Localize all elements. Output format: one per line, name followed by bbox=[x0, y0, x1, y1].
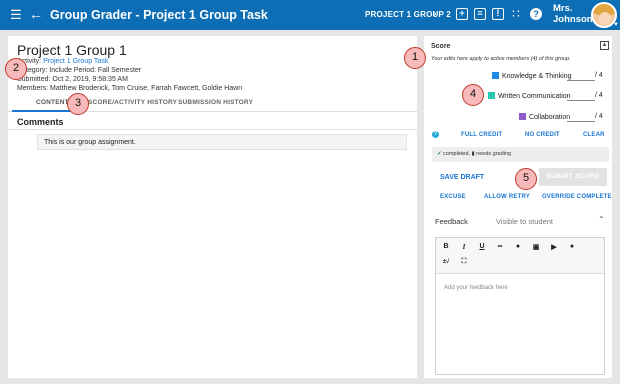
caret-down-icon[interactable]: ▼ bbox=[613, 22, 619, 28]
editor-toolbar: B I U ∞ ● ▣ ▶ ● ±√ ⛶ bbox=[436, 238, 604, 274]
category-line: Category: Include Period: Fall Semester bbox=[17, 67, 142, 74]
checkmark-icon: ✓ bbox=[437, 151, 442, 157]
color-drop-icon[interactable]: ● bbox=[513, 243, 523, 250]
allow-retry-button[interactable]: ALLOW RETRY bbox=[484, 194, 530, 200]
activity-line: Activity: Project 1 Group Task bbox=[17, 58, 109, 65]
video-icon[interactable]: ▶ bbox=[549, 243, 559, 251]
status-badge: ✓ completed, ▮ needs grading bbox=[432, 147, 609, 162]
clear-button[interactable]: CLEAR bbox=[583, 132, 605, 138]
formula-icon[interactable]: ±√ bbox=[441, 259, 451, 265]
callout-4: 4 bbox=[462, 84, 484, 106]
comment-text: This is our group assignment. bbox=[37, 134, 407, 150]
collapse-icon[interactable]: ▲ bbox=[600, 41, 609, 50]
score-panel: Score ▲ Your edits here apply to active … bbox=[424, 36, 612, 378]
feedback-placeholder: Add your feedback here bbox=[444, 285, 508, 291]
clipboard-icon[interactable]: ≡ bbox=[474, 8, 486, 20]
feedback-editor[interactable]: B I U ∞ ● ▣ ▶ ● ±√ ⛶ Add your feedback h… bbox=[435, 237, 605, 375]
app-header: ☰ ← Group Grader - Project 1 Group Task … bbox=[0, 0, 620, 30]
help-icon[interactable]: ? bbox=[432, 131, 439, 138]
submission-panel: Project 1 Group 1 Activity: Project 1 Gr… bbox=[8, 36, 417, 378]
score-input-written-communication[interactable] bbox=[567, 90, 595, 101]
submit-score-button[interactable]: SUBMIT SCORE bbox=[539, 168, 607, 186]
tab-score-activity-history[interactable]: SCORE/ACTIVITY HISTORY bbox=[88, 99, 177, 106]
document-icon: ▮ bbox=[471, 151, 475, 157]
tab-submission-history[interactable]: SUBMISSION HISTORY bbox=[178, 99, 253, 106]
callout-5: 5 bbox=[515, 168, 537, 190]
color-swatch bbox=[488, 92, 495, 99]
project-title: Project 1 Group 1 bbox=[17, 42, 127, 58]
bold-icon[interactable]: B bbox=[441, 243, 451, 250]
criterion-knowledge-thinking: Knowledge & Thinking bbox=[492, 72, 571, 80]
apps-grid-icon[interactable]: ∷ bbox=[510, 8, 522, 20]
chevron-up-icon[interactable]: ⌃ bbox=[598, 215, 605, 224]
chevron-right-icon[interactable]: › bbox=[433, 8, 437, 20]
full-credit-button[interactable]: FULL CREDIT bbox=[461, 132, 502, 138]
fullscreen-icon[interactable]: ⛶ bbox=[459, 258, 469, 266]
score-input-collaboration[interactable] bbox=[567, 111, 595, 122]
menu-icon[interactable]: ☰ bbox=[10, 8, 22, 21]
microphone-icon[interactable]: ● bbox=[567, 243, 577, 250]
italic-icon[interactable]: I bbox=[459, 243, 469, 251]
feedback-visibility[interactable]: Visible to student bbox=[496, 217, 553, 226]
override-complete-button[interactable]: OVERRIDE COMPLETE bbox=[542, 194, 612, 200]
image-icon[interactable]: ▣ bbox=[531, 243, 541, 251]
callout-3: 3 bbox=[67, 93, 89, 115]
feedback-heading: Feedback bbox=[435, 217, 468, 226]
activity-link[interactable]: Project 1 Group Task bbox=[43, 58, 108, 65]
color-swatch bbox=[492, 72, 499, 79]
comments-heading: Comments bbox=[17, 117, 64, 127]
link-icon[interactable]: ∞ bbox=[495, 243, 505, 250]
save-draft-button[interactable]: SAVE DRAFT bbox=[440, 174, 484, 181]
no-credit-button[interactable]: NO CREDIT bbox=[525, 132, 560, 138]
flag-icon[interactable]: ! bbox=[492, 8, 504, 20]
back-arrow-icon[interactable]: ← bbox=[29, 6, 43, 22]
divider bbox=[8, 129, 417, 130]
callout-2: 2 bbox=[5, 58, 27, 80]
group-selector[interactable]: PROJECT 1 GROUP 2 bbox=[365, 10, 451, 19]
help-icon[interactable]: ? bbox=[530, 8, 542, 20]
tab-content[interactable]: CONTENT bbox=[36, 99, 69, 106]
user-name[interactable]: Mrs. Johnson bbox=[553, 3, 593, 25]
members-line: Members: Matthew Broderick, Tom Cruise, … bbox=[17, 85, 243, 92]
criterion-written-communication: Written Communication bbox=[488, 92, 571, 100]
score-note: Your edits here apply to active members … bbox=[431, 56, 571, 62]
excuse-button[interactable]: EXCUSE bbox=[440, 194, 466, 200]
underline-icon[interactable]: U bbox=[477, 243, 487, 250]
add-icon[interactable]: + bbox=[456, 8, 468, 20]
page-title: Group Grader - Project 1 Group Task bbox=[50, 8, 268, 22]
score-heading: Score bbox=[431, 43, 451, 50]
score-input-knowledge-thinking[interactable] bbox=[567, 70, 595, 81]
callout-1: 1 bbox=[404, 47, 426, 69]
submitted-line: Submitted: Oct 2, 2019, 9:58:35 AM bbox=[17, 76, 128, 83]
color-swatch bbox=[519, 113, 526, 120]
criterion-collaboration: Collaboration bbox=[519, 113, 570, 121]
